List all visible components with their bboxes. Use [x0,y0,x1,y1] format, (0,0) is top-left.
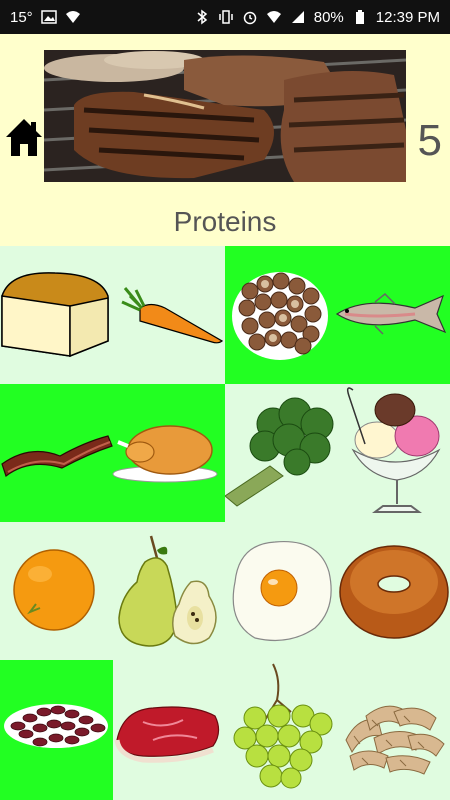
image-icon [40,10,57,24]
category-photo [44,50,406,182]
grapes-image [233,663,333,789]
pears-image [118,535,217,647]
wifi-icon [65,11,80,23]
grilled-meat-photo [44,50,406,182]
vibrate-icon [219,10,233,24]
level-number: 5 [417,116,442,165]
steak-image [114,706,220,763]
battery-text: 80% [313,8,344,26]
broccoli-image [225,397,334,507]
roast-chicken-image [112,425,218,483]
ice-cream-sundae-image [346,387,441,513]
nuts-image [232,272,328,360]
food-grid [0,246,450,800]
food-tile[interactable] [0,660,113,800]
home-icon [6,119,42,156]
wifi-icon [266,11,281,23]
food-tile[interactable] [225,246,450,384]
fish-image [335,292,447,335]
pasta-image [345,705,445,775]
home-button[interactable] [4,116,44,158]
kidney-beans-image [4,704,108,748]
carrot-image [121,287,224,344]
fried-egg-image [232,540,332,642]
battery-icon [355,10,364,24]
food-tile[interactable] [0,246,225,384]
food-tile[interactable] [0,522,113,660]
bagel-image [339,545,449,639]
food-tile[interactable] [113,660,225,800]
food-tile[interactable] [113,522,225,660]
food-tile[interactable] [338,660,450,800]
food-tile[interactable] [225,522,338,660]
food-tile[interactable] [225,660,338,800]
food-tile[interactable] [225,384,450,522]
food-tile[interactable] [338,522,450,660]
temperature-text: 15° [10,8,33,26]
alarm-icon [243,11,256,25]
food-tile[interactable] [0,384,225,522]
bread-image [1,272,109,358]
bacon-image [1,435,113,477]
status-bar: 15° 80% 12:39 PM [0,0,450,34]
category-title: Proteins [173,206,277,237]
bluetooth-icon [197,9,207,25]
header: 5 Proteins [0,34,450,246]
orange-image [13,549,95,631]
clock-text: 12:39 PM [375,8,440,26]
signal-icon [291,11,304,23]
